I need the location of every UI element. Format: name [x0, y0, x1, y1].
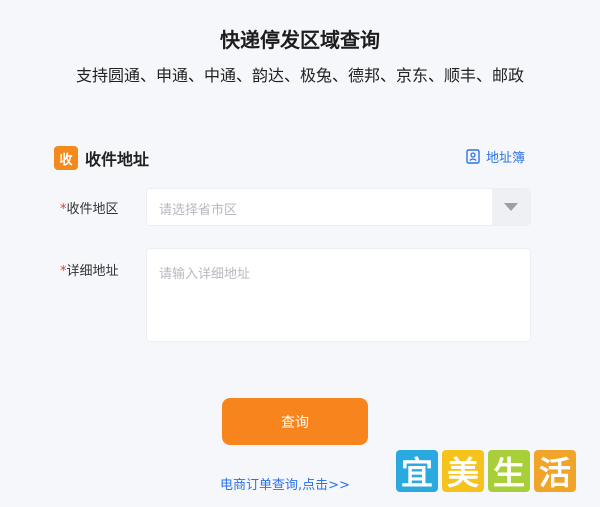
caret-down-icon: [504, 203, 518, 211]
region-dropdown-button[interactable]: [492, 189, 530, 225]
watermark-char: 宜: [396, 450, 438, 492]
section-title: 收件地址: [85, 150, 150, 169]
section-header: 收 收件地址: [54, 145, 149, 171]
detail-label: *详细地址: [60, 260, 119, 279]
watermark-char: 美: [442, 450, 484, 492]
watermark-logo: 宜 美 生 活: [396, 450, 580, 492]
detail-placeholder: 请输入详细地址: [159, 267, 251, 282]
detail-label-text: 详细地址: [66, 264, 119, 279]
region-select[interactable]: 请选择省市区: [146, 188, 531, 226]
supported-carriers: 支持圆通、申通、中通、韵达、极兔、德邦、京东、顺丰、邮政: [75, 66, 524, 85]
page-title: 快递停发区域查询: [220, 28, 380, 52]
address-book-link[interactable]: 地址簿: [466, 147, 525, 166]
region-placeholder: 请选择省市区: [159, 203, 238, 218]
detail-address-input[interactable]: 请输入详细地址: [146, 248, 531, 342]
watermark-char: 生: [488, 450, 530, 492]
ecommerce-order-link[interactable]: 电商订单查询,点击>>: [220, 474, 350, 493]
watermark-char: 活: [534, 450, 576, 492]
query-button[interactable]: 查询: [222, 398, 368, 445]
address-book-icon: [466, 149, 480, 164]
receive-badge-icon: 收: [54, 146, 78, 170]
region-label: *收件地区: [60, 198, 119, 217]
address-book-label: 地址簿: [486, 151, 526, 166]
region-label-text: 收件地区: [66, 202, 119, 217]
